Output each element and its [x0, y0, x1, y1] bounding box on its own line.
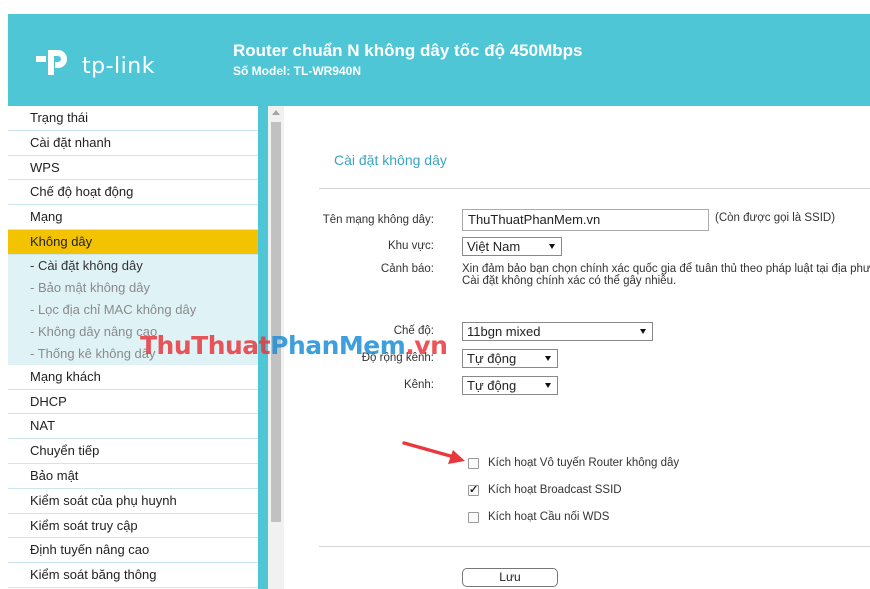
divider-bottom [319, 546, 870, 547]
brand-name: tp-link [82, 54, 155, 79]
section-title: Cài đặt không dây [334, 152, 447, 168]
region-label: Khu vực: [387, 240, 434, 252]
tp-link-logo-icon [36, 50, 67, 75]
chevron-down-icon [545, 356, 551, 361]
ssid-label: Tên mạng không dây: [322, 214, 434, 226]
sidebar-item-operation-mode[interactable]: Chế độ hoạt động [8, 180, 258, 206]
warning-line-2: Cài đặt không chính xác có thể gây nhiễu… [462, 275, 677, 287]
chevron-down-icon [549, 244, 555, 249]
channel-width-select-value: Tự động [467, 351, 517, 366]
sidebar-item-nat[interactable]: NAT [8, 414, 258, 440]
wds-bridge-label: Kích hoạt Cầu nối WDS [488, 511, 610, 523]
sidebar-item-wps[interactable]: WPS [8, 156, 258, 181]
sidebar-item-access-control[interactable]: Kiểm soát truy cập [8, 514, 258, 539]
sidebar-subitem-mac-filtering[interactable]: - Lọc địa chỉ MAC không dây [8, 298, 258, 321]
chevron-down-icon [545, 383, 551, 388]
red-arrow-icon [402, 441, 465, 464]
sidebar-item-parental-control[interactable]: Kiểm soát của phụ huynh [8, 489, 258, 514]
sidebar-item-quick-setup[interactable]: Cài đặt nhanh [8, 131, 258, 156]
watermark-part-1: ThuThuat [140, 331, 271, 360]
broadcast-ssid-label: Kích hoạt Broadcast SSID [488, 484, 622, 496]
router-title: Router chuẩn N không dây tốc độ 450Mbps [233, 41, 583, 60]
save-button[interactable]: Lưu [462, 568, 558, 587]
channel-select[interactable]: Tự động [462, 376, 558, 395]
channel-width-select[interactable]: Tự động [462, 349, 558, 368]
sidebar-item-advanced-routing[interactable]: Định tuyến nâng cao [8, 538, 258, 564]
enable-radio-checkbox[interactable] [468, 458, 479, 469]
enable-radio-label: Kích hoạt Vô tuyến Router không dây [488, 457, 680, 469]
model-number: Số Model: TL-WR940N [233, 64, 361, 78]
warning-label: Cảnh báo: [380, 263, 434, 275]
scroll-up-arrow-icon[interactable] [272, 110, 280, 115]
channel-select-value: Tự động [467, 378, 517, 393]
ssid-hint: (Còn được gọi là SSID) [715, 212, 836, 224]
sidebar-item-security[interactable]: Bảo mật [8, 464, 258, 489]
sidebar-item-status[interactable]: Trạng thái [8, 106, 258, 131]
sidebar-item-guest-network[interactable]: Mạng khách [8, 365, 258, 390]
mode-select[interactable]: 11bgn mixed [462, 322, 653, 341]
sidebar-item-wireless[interactable]: Không dây [8, 229, 258, 255]
sidebar-subitem-wireless-security[interactable]: - Bảo mật không dây [8, 276, 258, 299]
sidebar-subitem-wireless-settings[interactable]: - Cài đặt không dây [8, 254, 258, 277]
wds-bridge-checkbox[interactable] [468, 512, 479, 523]
watermark-part-2: PhanMem [270, 331, 406, 360]
chevron-down-icon [640, 329, 646, 334]
mode-select-value: 11bgn mixed [467, 324, 541, 339]
watermark-part-3: .vn [405, 331, 448, 360]
sidebar-item-bandwidth-control[interactable]: Kiểm soát băng thông [8, 563, 258, 588]
warning-text: Xin đảm bảo bạn chọn chính xác quốc gia … [462, 263, 870, 287]
warning-line-1: Xin đảm bảo bạn chọn chính xác quốc gia … [462, 263, 870, 275]
watermark: ThuThuatPhanMem.vn [140, 331, 448, 360]
scrollbar-thumb[interactable] [271, 122, 281, 522]
channel-label: Kênh: [403, 379, 434, 391]
region-select[interactable]: Việt Nam [462, 237, 562, 256]
sidebar-item-network[interactable]: Mạng [8, 205, 258, 230]
sidebar-item-dhcp[interactable]: DHCP [8, 390, 258, 415]
header-bar: tp-link Router chuẩn N không dây tốc độ … [8, 14, 870, 106]
divider-top [319, 188, 870, 189]
ssid-input[interactable]: ThuThuatPhanMem.vn [462, 209, 709, 231]
sidebar-item-forwarding[interactable]: Chuyển tiếp [8, 439, 258, 464]
region-select-value: Việt Nam [467, 239, 521, 254]
broadcast-ssid-checkbox[interactable] [468, 483, 479, 496]
